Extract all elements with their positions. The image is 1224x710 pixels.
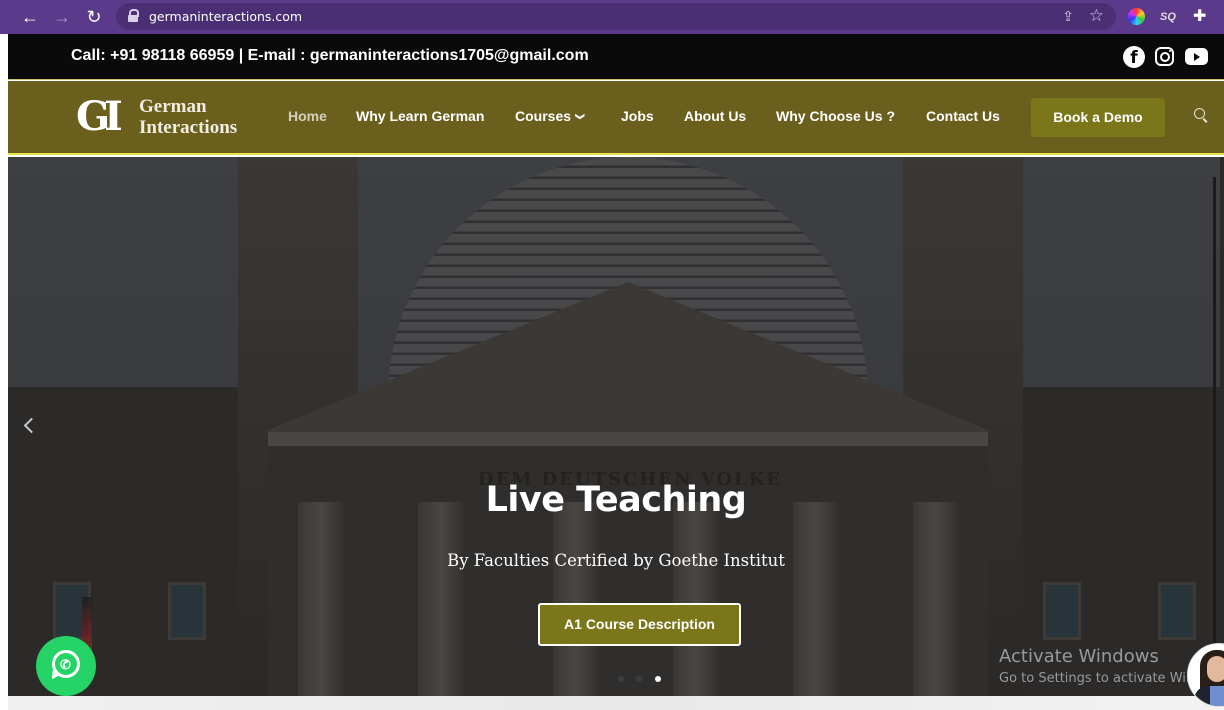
search-icon[interactable]: [1194, 108, 1208, 122]
nav-courses-label: Courses: [515, 108, 572, 124]
whatsapp-chat-button[interactable]: ✆: [36, 636, 96, 696]
slider-prev-arrow-icon[interactable]: [21, 415, 35, 437]
logo-line-1: German: [139, 96, 207, 117]
nav-why-choose-us[interactable]: Why Choose Us ?: [776, 108, 895, 124]
nav-jobs[interactable]: Jobs: [621, 108, 654, 124]
avatar-face: [1207, 656, 1224, 682]
logo-name: German Interactions: [139, 96, 237, 138]
page-left-margin: [0, 34, 8, 710]
address-bar[interactable]: germaninteractions.com ⇪ ☆: [116, 3, 1116, 30]
column: [418, 502, 464, 696]
slider-dot[interactable]: [636, 676, 642, 682]
nav-home[interactable]: Home: [288, 108, 327, 124]
instagram-icon[interactable]: [1155, 47, 1174, 66]
facebook-icon[interactable]: f: [1123, 46, 1145, 68]
hero-subtitle: By Faculties Certified by Goethe Institu…: [447, 551, 785, 570]
chevron-down-icon: ❯: [575, 112, 586, 121]
frieze: [268, 432, 988, 446]
column: [913, 502, 959, 696]
window: [1043, 582, 1081, 640]
nav-why-learn-german[interactable]: Why Learn German: [356, 108, 484, 124]
hero-slider: DEM DEUTSCHEN VOLKE Live Teaching By Fac…: [8, 157, 1224, 696]
lock-icon[interactable]: [128, 9, 139, 23]
avatar-shirt: [1210, 686, 1224, 706]
logo-line-2: Interactions: [139, 117, 238, 138]
window: [1158, 582, 1196, 640]
column: [553, 502, 599, 696]
a1-course-description-button[interactable]: A1 Course Description: [538, 603, 741, 646]
url-text[interactable]: germaninteractions.com: [149, 9, 302, 24]
hero-title: Live Teaching: [485, 480, 747, 520]
share-icon[interactable]: ⇪: [1062, 8, 1074, 25]
column: [673, 502, 719, 696]
slider-dot[interactable]: [618, 676, 624, 682]
nav-about-us[interactable]: About Us: [684, 108, 746, 124]
column: [298, 502, 344, 696]
nav-courses[interactable]: Courses ❯: [515, 108, 586, 124]
contact-bar: Call: +91 98118 66959 | E-mail : germani…: [8, 34, 1224, 80]
bookmark-star-icon[interactable]: ☆: [1089, 6, 1104, 26]
pediment: [263, 282, 993, 432]
right-edge: [1220, 157, 1224, 696]
youtube-icon[interactable]: [1185, 48, 1208, 65]
book-demo-button[interactable]: Book a Demo: [1031, 98, 1165, 137]
slider-dot-active[interactable]: [655, 676, 661, 682]
window: [168, 582, 206, 640]
site-header: GI German Interactions Home Why Learn Ge…: [8, 81, 1224, 155]
forward-arrow-icon[interactable]: →: [51, 6, 73, 28]
site-logo[interactable]: GI German Interactions: [76, 93, 246, 143]
color-wheel-extension-icon[interactable]: [1128, 8, 1145, 25]
browser-toolbar: ← → ↻ germaninteractions.com ⇪ ☆ SQ ✚: [0, 0, 1224, 34]
column: [793, 502, 839, 696]
sq-extension-icon[interactable]: SQ: [1160, 7, 1180, 27]
flag-pole: [1213, 177, 1216, 677]
back-arrow-icon[interactable]: ←: [19, 6, 41, 28]
contact-text: Call: +91 98118 66959 | E-mail : germani…: [71, 47, 589, 64]
next-section-edge: [8, 696, 1224, 710]
phone-icon: ✆: [60, 657, 71, 672]
nav-contact-us[interactable]: Contact Us: [926, 108, 1000, 124]
reload-icon[interactable]: ↻: [83, 6, 105, 28]
puzzle-extensions-icon[interactable]: ✚: [1193, 7, 1213, 27]
logo-mark: GI: [76, 93, 123, 140]
